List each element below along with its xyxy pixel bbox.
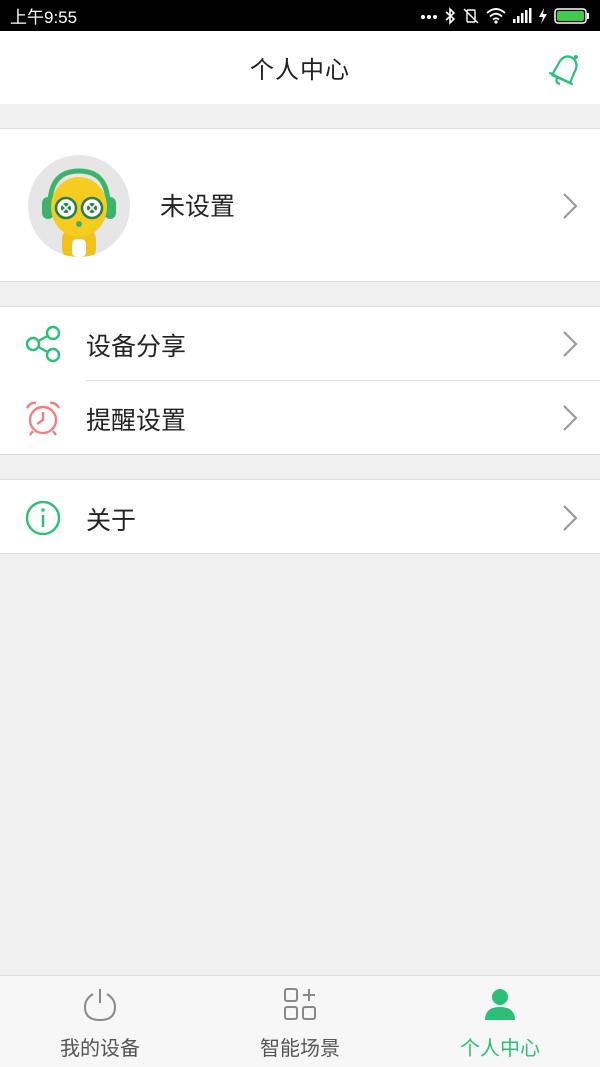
vibrate-off-icon [463, 8, 479, 23]
tab-label: 个人中心 [460, 1036, 540, 1060]
app-header: 个人中心 [0, 31, 600, 104]
menu-item-label: 关于 [86, 506, 137, 535]
power-icon [83, 989, 117, 1022]
alarm-clock-icon [25, 401, 61, 436]
profile-card[interactable]: 未设置 [0, 128, 600, 282]
robot-avatar-icon [42, 168, 116, 257]
wifi-icon [486, 7, 506, 24]
tab-label: 智能场景 [260, 1036, 340, 1060]
status-time: 上午9:55 [10, 8, 78, 27]
avatar[interactable] [28, 155, 130, 257]
menu-item-about[interactable]: 关于 [0, 481, 600, 554]
tab-personal-center[interactable]: 个人中心 [400, 976, 600, 1067]
charging-icon [539, 7, 547, 24]
scene-grid-icon [284, 988, 316, 1020]
notification-button[interactable] [546, 51, 582, 87]
person-icon [485, 989, 515, 1020]
signal-icon [513, 7, 532, 23]
tab-my-devices[interactable]: 我的设备 [0, 976, 200, 1067]
tab-smart-scenes[interactable]: 智能场景 [200, 976, 400, 1067]
battery-icon [554, 7, 589, 24]
page-title: 个人中心 [250, 56, 350, 84]
menu-item-device-share[interactable]: 设备分享 [0, 307, 600, 381]
info-icon [25, 500, 61, 536]
tab-label: 我的设备 [60, 1036, 140, 1060]
status-bar: 上午9:55 [0, 0, 600, 31]
menu-item-label: 设备分享 [86, 332, 187, 361]
bluetooth-icon [445, 6, 456, 25]
menu-item-reminder-settings[interactable]: 提醒设置 [0, 381, 600, 454]
menu-item-label: 提醒设置 [86, 406, 187, 435]
chevron-right-icon [563, 193, 578, 219]
profile-name: 未设置 [160, 192, 236, 221]
chevron-right-icon [563, 505, 578, 531]
chevron-right-icon [563, 331, 578, 357]
menu-group-about: 关于 [0, 479, 600, 554]
bell-icon [548, 55, 578, 86]
dots-icon [421, 14, 437, 19]
status-icons [420, 6, 590, 25]
menu-group-devices: 设备分享 提醒设置 [0, 306, 600, 455]
chevron-right-icon [563, 405, 578, 431]
bottom-tab-bar: 我的设备 智能场景 个人中心 [0, 975, 600, 1067]
share-icon [25, 325, 61, 363]
